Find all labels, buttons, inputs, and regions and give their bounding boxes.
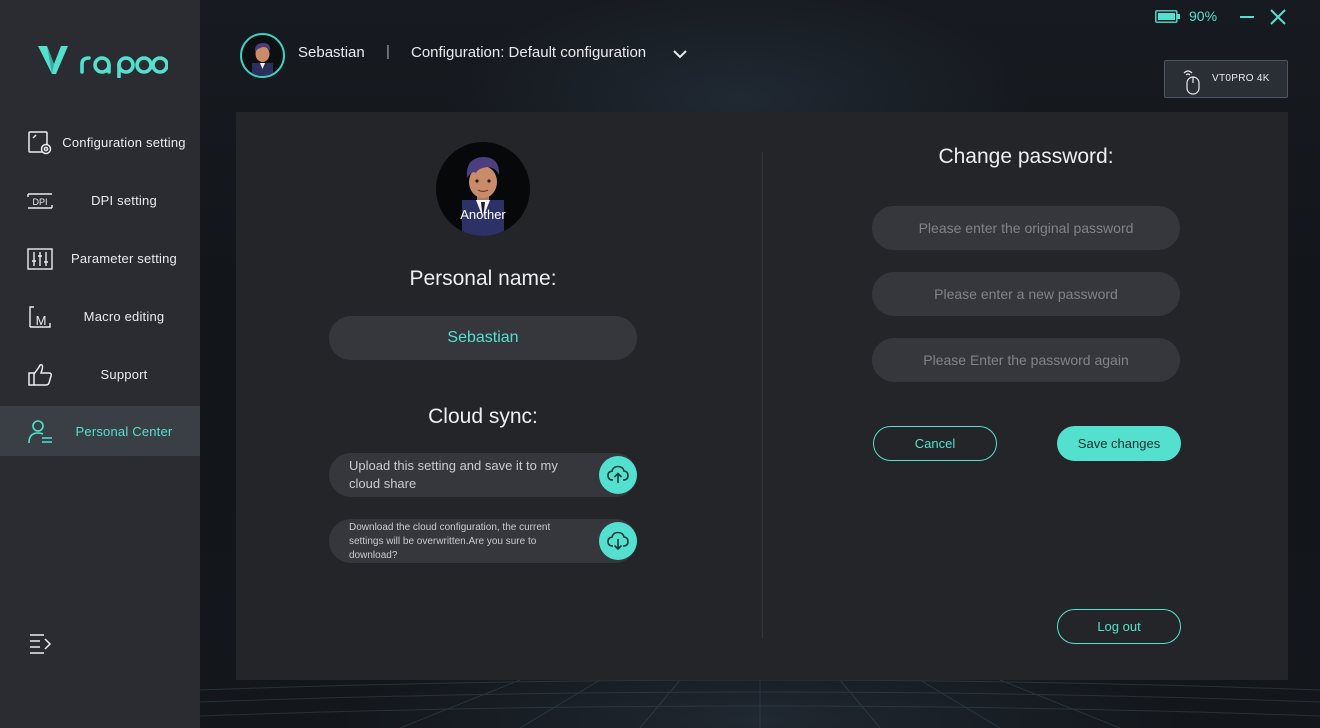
panel-divider	[762, 152, 763, 638]
header-user-name: Sebastian	[298, 44, 365, 61]
cloud-sync-title: Cloud sync:	[428, 405, 538, 428]
personal-name-title: Personal name:	[409, 267, 557, 290]
avatar-caption: Another	[460, 207, 506, 222]
sidebar-item-parameter[interactable]: Parameter setting	[0, 233, 200, 283]
device-badge[interactable]: VT0PRO 4K	[1164, 60, 1288, 98]
minimize-icon[interactable]	[1238, 8, 1256, 26]
rapoo-logo	[38, 44, 168, 78]
menu-collapse-icon[interactable]	[28, 632, 54, 656]
svg-text:M: M	[36, 313, 47, 328]
sidebar-item-dpi[interactable]: DPI DPI setting	[0, 175, 200, 225]
sidebar-item-support[interactable]: Support	[0, 349, 200, 399]
user-avatar[interactable]	[240, 33, 285, 78]
sidebar-item-label: Support	[100, 366, 148, 382]
personal-name-field[interactable]: Sebastian	[329, 316, 637, 360]
new-password-input[interactable]	[872, 272, 1180, 316]
user-card-icon	[26, 418, 54, 446]
sidebar-item-label: DPI setting	[91, 192, 157, 208]
device-name: VT0PRO 4K	[1212, 73, 1270, 84]
upload-cloud-text: Upload this setting and save it to my cl…	[349, 458, 558, 491]
macro-icon: M	[26, 303, 54, 331]
battery-percent: 90%	[1189, 8, 1218, 24]
sidebar-item-label: Configuration setting	[62, 134, 186, 150]
thumbs-up-icon	[26, 361, 54, 389]
sidebar-item-personal-center[interactable]: Personal Center	[0, 406, 200, 456]
sidebar: Configuration setting DPI DPI setting Pa…	[0, 0, 200, 728]
download-cloud-row[interactable]: Download the cloud configuration, the cu…	[329, 519, 637, 563]
save-changes-button[interactable]: Save changes	[1057, 426, 1181, 461]
download-cloud-text: Download the cloud configuration, the cu…	[349, 522, 551, 561]
sidebar-item-label: Parameter setting	[70, 250, 177, 266]
config-gear-icon	[26, 129, 54, 157]
change-password-title: Change password:	[938, 145, 1114, 168]
sidebar-item-label: Personal Center	[75, 423, 173, 439]
cancel-button[interactable]: Cancel	[873, 426, 997, 461]
chevron-down-icon[interactable]	[672, 46, 688, 62]
svg-text:DPI: DPI	[32, 197, 47, 207]
configuration-selector-label[interactable]: Configuration: Default configuration	[411, 44, 646, 61]
sidebar-item-label: Macro editing	[83, 308, 165, 324]
battery-icon	[1155, 10, 1181, 23]
original-password-input[interactable]	[872, 206, 1180, 250]
wireless-mouse-icon	[1181, 67, 1203, 95]
log-out-button[interactable]: Log out	[1057, 609, 1181, 644]
cloud-download-icon[interactable]	[599, 522, 637, 560]
sliders-icon	[26, 245, 54, 273]
cloud-upload-icon[interactable]	[599, 456, 637, 494]
sidebar-item-macro[interactable]: M Macro editing	[0, 291, 200, 341]
header-separator: |	[386, 43, 390, 60]
sidebar-item-configuration[interactable]: Configuration setting	[0, 117, 200, 167]
profile-avatar[interactable]: Another	[436, 142, 530, 236]
dpi-icon: DPI	[26, 187, 54, 215]
grid-floor-decoration	[200, 680, 1320, 728]
upload-cloud-row[interactable]: Upload this setting and save it to my cl…	[329, 453, 637, 497]
close-icon[interactable]	[1268, 7, 1288, 27]
confirm-password-input[interactable]	[872, 338, 1180, 382]
